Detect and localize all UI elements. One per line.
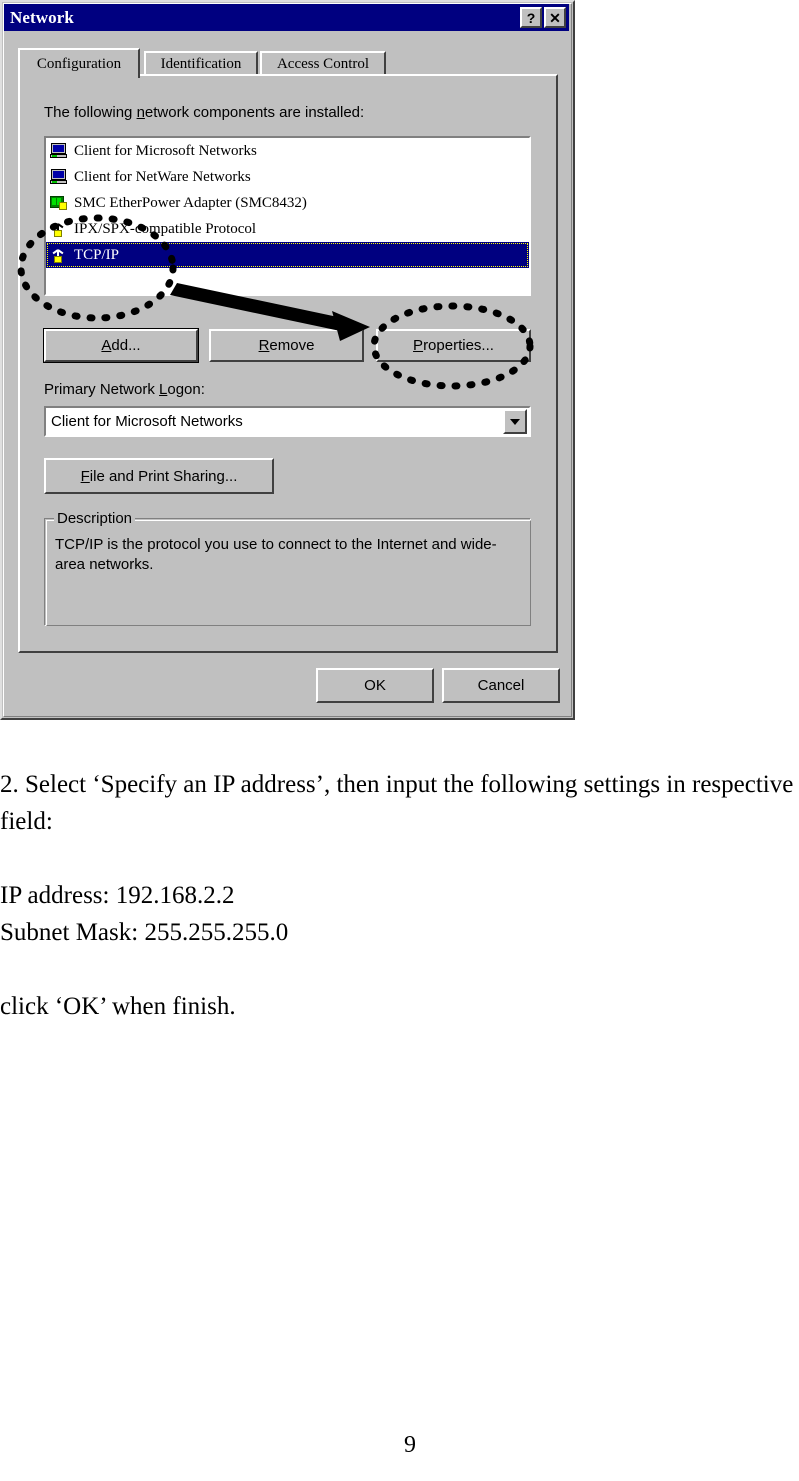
list-item[interactable]: IPX/SPX-compatible Protocol (46, 216, 529, 242)
add-button-accel: A (101, 337, 112, 354)
add-button-label: dd... (111, 337, 141, 354)
remove-button[interactable]: Remove (209, 329, 364, 362)
list-item[interactable]: SMC EtherPower Adapter (SMC8432) (46, 190, 529, 216)
file-print-sharing-label: ile and Print Sharing... (89, 467, 238, 485)
primary-logon-label: Primary Network Logon: (44, 381, 205, 398)
help-icon[interactable]: ? (520, 7, 542, 28)
tab-strip: Configuration Identification Access Cont… (18, 48, 558, 78)
primary-logon-label-pre: Primary Network (44, 381, 160, 398)
remove-button-accel: R (258, 337, 270, 354)
add-button[interactable]: Add... (44, 329, 198, 362)
description-title: Description (54, 510, 136, 527)
list-item-label: TCP/IP (74, 246, 120, 263)
components-list-label-pre: The following (44, 104, 137, 121)
close-icon[interactable]: ✕ (544, 7, 566, 28)
chevron-down-icon[interactable] (503, 409, 527, 434)
protocol-icon (50, 221, 68, 237)
tab-identification[interactable]: Identification (144, 51, 258, 76)
properties-button[interactable]: Properties... (376, 329, 531, 362)
ip-address-line: IP address: 192.168.2.2 (0, 882, 235, 909)
primary-logon-value: Client for Microsoft Networks (51, 413, 243, 430)
title-bar: Network ? ✕ (4, 4, 569, 31)
instruction-step-2: 2. Select ‘Specify an IP address’, then … (0, 771, 794, 835)
description-groupbox: Description TCP/IP is the protocol you u… (44, 510, 531, 626)
list-item-label: IPX/SPX-compatible Protocol (74, 220, 257, 237)
cancel-button[interactable]: Cancel (442, 668, 560, 703)
primary-logon-combobox[interactable]: Client for Microsoft Networks (44, 406, 531, 437)
computer-icon (50, 169, 68, 185)
list-item[interactable]: Client for Microsoft Networks (46, 138, 529, 164)
tab-configuration[interactable]: Configuration (18, 48, 140, 78)
list-item-label: Client for NetWare Networks (74, 168, 251, 185)
file-print-sharing-accel: F (80, 467, 90, 485)
page-number: 9 (404, 1432, 416, 1458)
list-item-label: Client for Microsoft Networks (74, 142, 257, 159)
list-item-label: SMC EtherPower Adapter (SMC8432) (74, 194, 307, 211)
network-dialog-figure: Network ? ✕ Configuration Identification… (0, 0, 575, 720)
properties-button-accel: P (413, 337, 424, 354)
network-adapter-icon (50, 195, 68, 211)
description-text: TCP/IP is the protocol you use to connec… (55, 536, 497, 573)
protocol-icon (50, 247, 68, 263)
tab-access-control[interactable]: Access Control (260, 51, 386, 76)
subnet-mask-line: Subnet Mask: 255.255.255.0 (0, 919, 289, 946)
file-and-print-sharing-button[interactable]: File and Print Sharing... (44, 458, 274, 494)
document-body: 2. Select ‘Specify an IP address’, then … (0, 766, 799, 1025)
ok-button[interactable]: OK (316, 668, 434, 703)
window-title: Network (10, 8, 74, 27)
closing-line: click ‘OK’ when finish. (0, 993, 236, 1020)
computer-icon (50, 143, 68, 159)
remove-button-label: emove (269, 337, 315, 354)
list-item-selected[interactable]: TCP/IP (46, 242, 529, 268)
components-list-label-post: etwork components are installed: (144, 104, 365, 121)
properties-button-label: roperties... (423, 337, 494, 354)
list-item[interactable]: Client for NetWare Networks (46, 164, 529, 190)
primary-logon-label-post: ogon: (167, 381, 205, 398)
components-list-label: The following network components are ins… (44, 104, 364, 121)
network-components-list[interactable]: Client for Microsoft Networks Client for… (44, 136, 531, 296)
components-list-label-accel: n (136, 104, 145, 121)
